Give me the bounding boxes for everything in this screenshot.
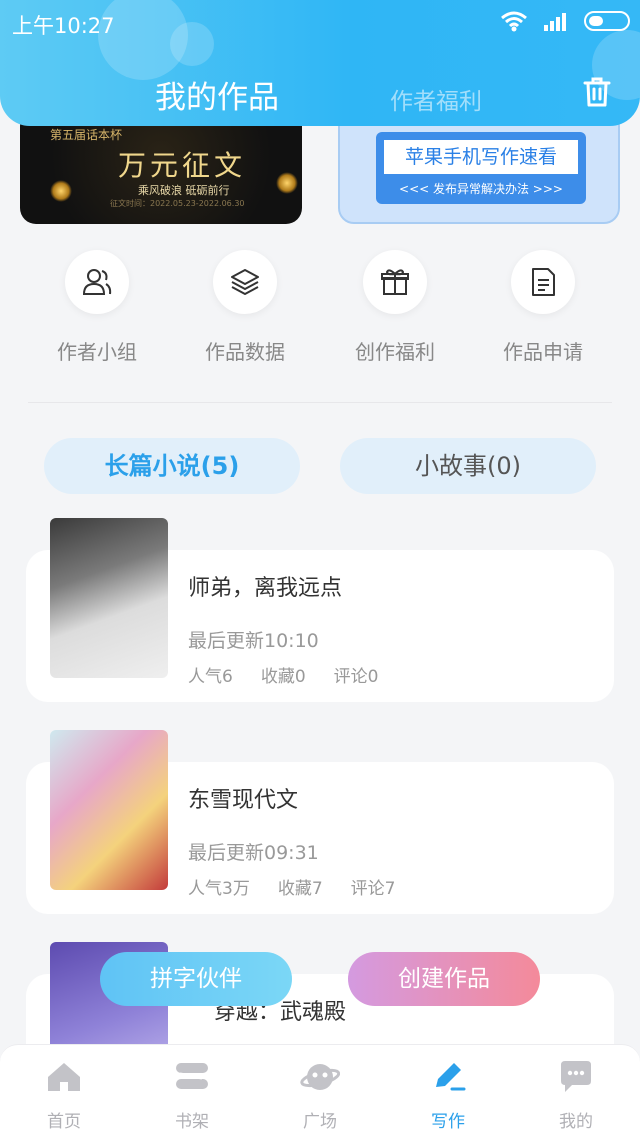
battery-icon [584,11,630,31]
create-work-button[interactable]: 创建作品 [348,952,540,1006]
action-creation-benefits[interactable]: 创作福利 [320,250,470,365]
bottom-nav: 首页 书架 广场 写作 我的 [0,1044,640,1138]
writing-partner-button[interactable]: 拼字伙伴 [100,952,292,1006]
document-icon [532,268,555,296]
quick-actions: 作者小组 作品数据 创作福利 作品申请 [0,250,640,370]
book-stats: 人气6 收藏0 评论0 [188,662,378,687]
nav-label: 首页 [47,1112,81,1132]
wifi-icon [501,11,527,32]
book-comments: 评论0 [333,667,379,687]
book-title: 东雪现代文 [188,788,299,813]
book-cover[interactable] [50,518,168,678]
action-work-application[interactable]: 作品申请 [468,250,618,365]
nav-label: 我的 [559,1112,593,1132]
tab-my-works[interactable]: 我的作品 [155,72,279,117]
top-header: 上午10:27 我的作品 作者福利 [0,0,640,126]
people-icon [82,269,112,295]
firework-decor [276,172,298,194]
tab-author-benefits[interactable]: 作者福利 [390,82,482,116]
home-icon [48,1063,80,1091]
book-popularity: 人气6 [188,667,233,687]
nav-plaza[interactable]: 广场 [270,1057,370,1132]
layers-icon [231,269,259,295]
action-work-data[interactable]: 作品数据 [170,250,320,365]
banner-tips-subtitle: <<< 发布异常解决办法 >>> [399,182,563,196]
divider [28,402,612,403]
nav-mine[interactable]: 我的 [526,1057,626,1132]
action-label: 作品数据 [205,340,285,364]
action-icon-circle [213,250,277,314]
book-popularity: 人气3万 [188,879,250,899]
book-favorites: 收藏0 [260,667,306,687]
book-title: 师弟，离我远点 [188,576,343,601]
nav-label: 写作 [431,1112,465,1132]
contest-banner[interactable]: 第五届话本杯 万元征文 乘风破浪 砥砺前行 征文时间：2022.05.23-20… [20,110,302,224]
tab-short-story[interactable]: 小故事(0) [340,438,596,494]
nav-label: 广场 [303,1112,337,1132]
action-icon-circle [511,250,575,314]
banner-contest-title: 万元征文 [118,149,247,182]
book-comments: 评论7 [350,879,396,899]
decor-bubble [170,22,214,66]
chat-icon [561,1061,591,1092]
action-label: 作品申请 [503,340,583,364]
book-favorites: 收藏7 [277,879,323,899]
nav-home[interactable]: 首页 [14,1057,114,1132]
signal-icon [544,13,566,31]
planet-icon [300,1064,341,1090]
status-time: 上午10:27 [12,14,115,38]
action-icon-circle [65,250,129,314]
trash-icon[interactable] [582,76,612,108]
banner-contest-series: 第五届话本杯 [50,128,123,142]
gift-icon [381,269,409,295]
book-stats: 人气3万 收藏7 评论7 [188,874,395,899]
book-cover[interactable] [50,730,168,890]
banner-tips-title: 苹果手机写作速看 [384,140,578,174]
tab-long-novel[interactable]: 长篇小说(5) [44,438,300,494]
banner-contest-slogan: 乘风破浪 砥砺前行 [138,184,230,197]
nav-label: 书架 [175,1112,209,1132]
nav-bookshelf[interactable]: 书架 [142,1057,242,1132]
banner-contest-date: 征文时间：2022.05.23-2022.06.30 [110,199,245,208]
action-author-group[interactable]: 作者小组 [22,250,172,365]
status-icons [500,10,630,32]
book-last-updated: 最后更新10:10 [188,630,319,652]
bookshelf-icon [176,1063,208,1089]
action-label: 创作福利 [355,340,435,364]
pen-icon [436,1063,466,1091]
firework-decor [50,180,72,202]
nav-writing[interactable]: 写作 [398,1057,498,1132]
action-label: 作者小组 [57,340,137,364]
book-last-updated: 最后更新09:31 [188,842,319,864]
iphone-tips-banner[interactable]: 苹果手机写作速看 <<< 发布异常解决办法 >>> [338,110,620,224]
action-icon-circle [363,250,427,314]
